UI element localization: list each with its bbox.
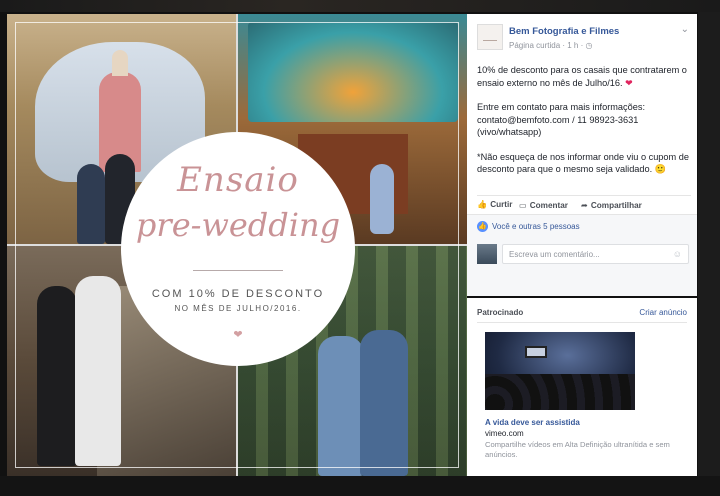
like-label: Curtir [490,200,513,209]
right-background-edge [698,12,720,476]
smiley-icon[interactable]: ☺ [673,249,682,259]
user-avatar [477,244,497,264]
photo-stained-glass [248,22,458,122]
post-actions-bar: 👍 Curtir ▭ Comentar ➦ Compartilhar [477,195,691,213]
thumb-up-icon: 👍 [477,200,488,209]
heart-icon: ❤ [233,329,243,341]
page-name-link[interactable]: Bem Fotografia e Filmes [509,26,619,37]
like-button[interactable]: 👍 Curtir [477,200,513,210]
ad-image-phone [525,346,547,358]
comment-input[interactable]: Escreva um comentário... ☺ [502,244,689,264]
ad-description: Compartilhe vídeos em Alta Definição ult… [485,440,670,459]
ad-image[interactable] [485,332,635,410]
chevron-down-icon[interactable]: ⌄ [681,24,689,35]
create-ad-link[interactable]: Criar anúncio [639,308,687,317]
comment-button[interactable]: ▭ Comentar [519,200,568,210]
ad-image-crowd [485,374,635,410]
likes-text-link[interactable]: Você e outras 5 pessoas [492,222,580,231]
post-paragraph-2: Entre em contato para mais informações: … [477,101,691,139]
post-contact-details: contato@bemfoto.com / 11 98923-3631 [477,114,639,125]
sponsored-divider [477,322,687,323]
sponsored-heading: Patrocinado [477,308,524,317]
comment-placeholder: Escreva um comentário... [509,250,600,259]
heart-emoji-icon: ❤ [625,77,633,88]
post-text: 10% de desconto para os casais que contr… [477,64,691,188]
promo-divider [193,270,283,271]
share-label: Compartilhar [590,201,642,210]
smile-emoji-icon: 🙂 [654,164,667,174]
sponsored-panel: Patrocinado Criar anúncio A vida deve se… [467,298,697,476]
ad-domain: vimeo.com [485,429,524,438]
post-meta: Página curtida · 1 h · ◷ [509,41,593,50]
photo-person [37,286,77,466]
share-button[interactable]: ➦ Compartilhar [581,200,642,210]
promo-circle: Ensaio pre-wedding COM 10% DE DESCONTO N… [121,132,355,366]
likes-summary: 👍 Você e outras 5 pessoas [467,214,697,238]
top-background-strip [0,0,720,12]
bottom-background-strip [0,476,720,496]
promo-script-line-1: Ensaio [177,160,299,200]
comment-label: Comentar [529,201,568,210]
photo-person [318,336,364,476]
post-contact-note: (vivo/whatsapp) [477,127,542,137]
photo-person [370,164,394,234]
post-paragraph-1: 10% de desconto para os casais que contr… [477,64,691,89]
post-image[interactable]: Ensaio pre-wedding COM 10% DE DESCONTO N… [7,14,467,476]
share-arrow-icon: ➦ [581,201,588,210]
like-badge-icon: 👍 [477,221,488,232]
post-paragraph-3: *Não esqueça de nos informar onde viu o … [477,151,691,176]
promo-month-text: NO MÊS DE JULHO/2016. [174,304,302,313]
photo-person [75,276,121,466]
photo-person [360,330,408,476]
speech-bubble-icon: ▭ [519,201,527,210]
promo-script-line-2: pre-wedding [135,206,341,244]
photo-person [77,164,105,244]
post-paragraph-1-text: 10% de desconto para os casais que contr… [477,65,687,88]
post-panel: Bem Fotografia e Filmes Página curtida ·… [467,14,697,296]
post-contact-heading: Entre em contato para mais informações: [477,102,646,112]
ad-title-link[interactable]: A vida deve ser assistida [485,418,580,427]
screenshot-stage: Ensaio pre-wedding COM 10% DE DESCONTO N… [0,0,720,496]
page-avatar[interactable] [477,24,503,50]
promo-discount-text: COM 10% DE DESCONTO [151,288,325,300]
comment-composer: Escreva um comentário... ☺ [467,238,697,296]
